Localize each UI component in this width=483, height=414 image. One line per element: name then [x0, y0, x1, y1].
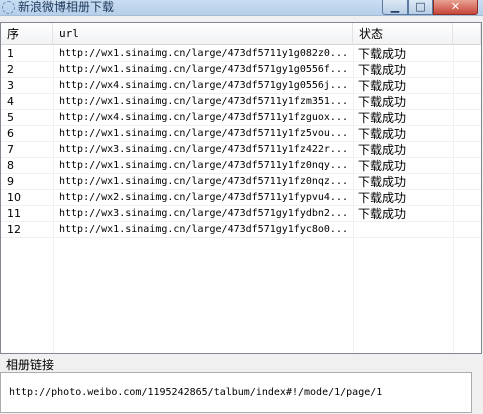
- table-row[interactable]: 12 http://wx1.sinaimg.cn/large/473df571gy…: [1, 222, 481, 238]
- row-status: 下载成功: [358, 127, 407, 141]
- row-url: http://wx1.sinaimg.cn/large/473df571gy1g…: [59, 64, 348, 75]
- table-row[interactable]: 6 http://wx1.sinaimg.cn/large/473df5711y1…: [1, 126, 481, 142]
- row-url: http://wx3.sinaimg.cn/large/473df571gy1f…: [59, 208, 348, 219]
- row-seq: 12: [7, 223, 21, 236]
- row-url: http://wx1.sinaimg.cn/large/473df5711y1f…: [59, 128, 348, 139]
- window-title: 新浪微博相册下载: [18, 0, 115, 14]
- column-header-url[interactable]: url: [53, 23, 353, 45]
- row-seq: 3: [7, 79, 14, 92]
- row-seq: 5: [7, 111, 14, 124]
- table-row[interactable]: 11 http://wx3.sinaimg.cn/large/473df571gy…: [1, 206, 481, 222]
- table-row[interactable]: 10 http://wx2.sinaimg.cn/large/473df5711y…: [1, 190, 481, 206]
- row-seq: 8: [7, 159, 14, 172]
- row-status: 下载成功: [358, 95, 407, 109]
- row-url: http://wx3.sinaimg.cn/large/473df5711y1f…: [59, 144, 348, 155]
- table-row[interactable]: 7 http://wx3.sinaimg.cn/large/473df5711y1…: [1, 142, 481, 158]
- row-seq: 11: [7, 207, 21, 220]
- row-status: 下载成功: [358, 159, 407, 173]
- row-seq: 9: [7, 175, 14, 188]
- download-list[interactable]: 序 url 状态 1 http://wx1.sinaimg.cn/large/47…: [0, 22, 482, 354]
- row-url: http://wx1.sinaimg.cn/large/473df5711y1f…: [59, 96, 348, 107]
- list-rows: 1 http://wx1.sinaimg.cn/large/473df5711y1…: [1, 46, 481, 238]
- row-status: 下载成功: [358, 63, 407, 77]
- row-url: http://wx4.sinaimg.cn/large/473df5711y1f…: [59, 112, 348, 123]
- table-row[interactable]: 3 http://wx4.sinaimg.cn/large/473df571gy1…: [1, 78, 481, 94]
- row-seq: 6: [7, 127, 14, 140]
- row-seq: 4: [7, 95, 14, 108]
- row-status: 下载成功: [358, 191, 407, 205]
- album-link-label: 相册链接: [6, 358, 55, 372]
- row-status: [358, 222, 448, 238]
- row-status: 下载成功: [358, 207, 407, 221]
- row-status: 下载成功: [358, 175, 407, 189]
- row-url: http://wx2.sinaimg.cn/large/473df5711y1f…: [59, 192, 348, 203]
- table-row[interactable]: 5 http://wx4.sinaimg.cn/large/473df5711y1…: [1, 110, 481, 126]
- row-status: 下载成功: [358, 143, 407, 157]
- row-status: 下载成功: [358, 79, 407, 93]
- row-seq: 7: [7, 143, 14, 156]
- row-seq: 10: [7, 191, 21, 204]
- table-row[interactable]: 8 http://wx1.sinaimg.cn/large/473df5711y1…: [1, 158, 481, 174]
- row-status: 下载成功: [358, 111, 407, 125]
- row-url: http://wx4.sinaimg.cn/large/473df571gy1g…: [59, 80, 348, 91]
- title-bar: 新浪微博相册下载 ▁ □ ✕: [0, 0, 483, 16]
- column-header-seq[interactable]: 序: [1, 23, 53, 45]
- table-row[interactable]: 1 http://wx1.sinaimg.cn/large/473df5711y1…: [1, 46, 481, 62]
- row-url: http://wx1.sinaimg.cn/large/473df5711y1g…: [59, 48, 348, 59]
- close-button[interactable]: ✕: [433, 0, 478, 15]
- list-header: 序 url 状态: [1, 23, 481, 45]
- app-icon: [2, 1, 15, 14]
- row-seq: 2: [7, 63, 14, 76]
- maximize-button[interactable]: □: [408, 0, 433, 15]
- column-header-status[interactable]: 状态: [353, 23, 453, 45]
- table-row[interactable]: 2 http://wx1.sinaimg.cn/large/473df571gy1…: [1, 62, 481, 78]
- table-row[interactable]: 4 http://wx1.sinaimg.cn/large/473df5711y1…: [1, 94, 481, 110]
- row-url: http://wx1.sinaimg.cn/large/473df571gy1f…: [59, 224, 348, 235]
- column-header-extra: [453, 23, 481, 45]
- row-seq: 1: [7, 47, 14, 60]
- row-url: http://wx1.sinaimg.cn/large/473df5711y1f…: [59, 160, 348, 171]
- album-link-field[interactable]: http://photo.weibo.com/1195242865/talbum…: [0, 372, 472, 413]
- row-url: http://wx1.sinaimg.cn/large/473df5711y1f…: [59, 176, 348, 187]
- row-status: 下载成功: [358, 47, 407, 61]
- table-row[interactable]: 9 http://wx1.sinaimg.cn/large/473df5711y1…: [1, 174, 481, 190]
- minimize-button[interactable]: ▁: [382, 0, 408, 15]
